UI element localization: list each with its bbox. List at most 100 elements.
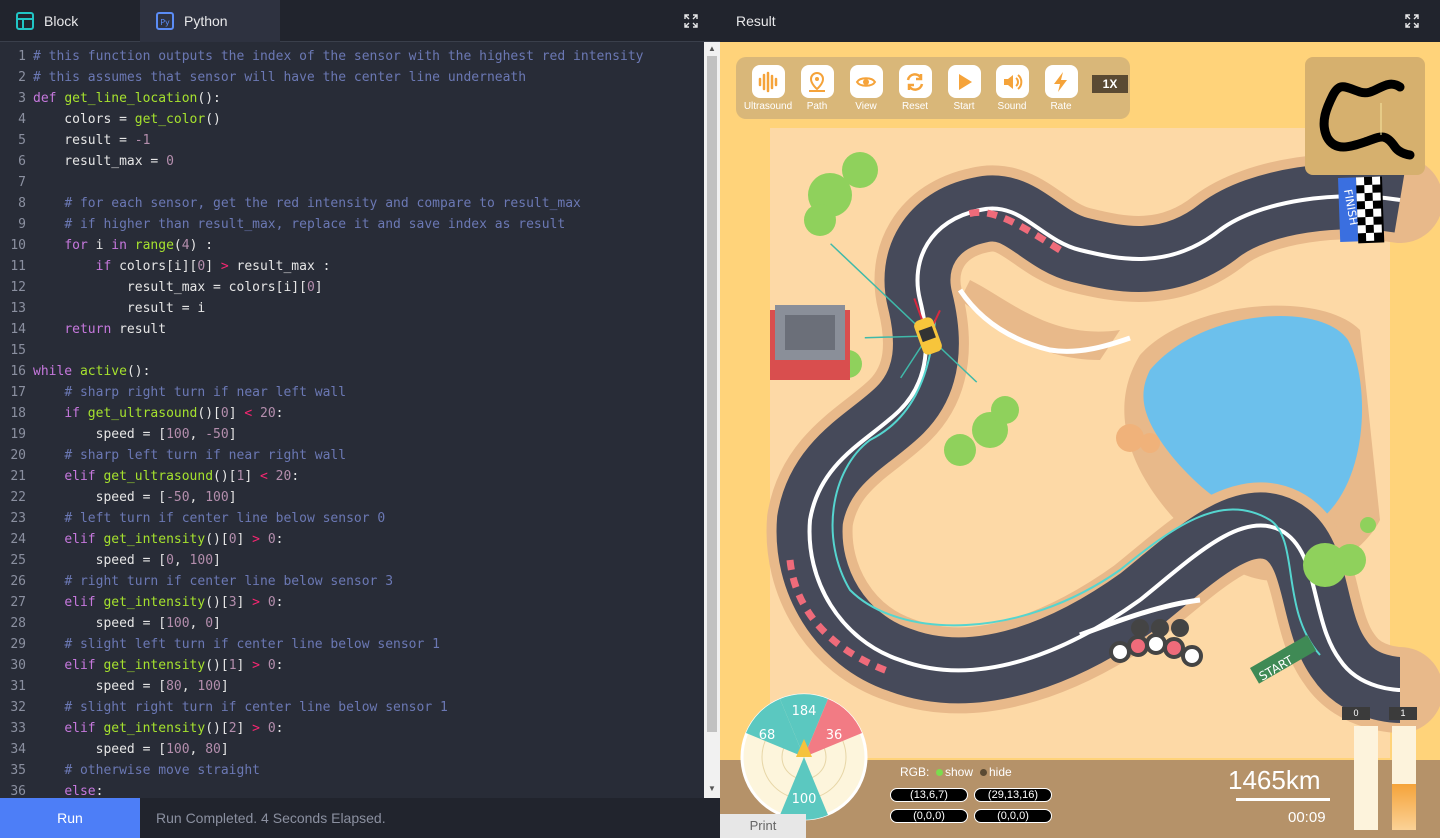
start-label-btn: Start	[953, 101, 975, 112]
editor-scrollbar[interactable]: ▲ ▼	[704, 42, 720, 798]
result-pane: FINISH START Result Ultrasound Path View…	[720, 0, 1440, 838]
code-text: colors = get_color()	[33, 112, 221, 127]
code-line[interactable]: 25 speed = [0, 100]	[0, 550, 704, 571]
path-button[interactable]: Path	[792, 65, 842, 112]
speaker-icon	[1004, 73, 1023, 90]
compass-left-value: 68	[759, 728, 776, 743]
tab-python-label: Python	[184, 13, 228, 29]
code-line[interactable]: 9 # if higher than result_max, replace i…	[0, 214, 704, 235]
code-line[interactable]: 22 speed = [-50, 100]	[0, 487, 704, 508]
line-number: 25	[10, 553, 26, 568]
code-line[interactable]: 16 while active():	[0, 361, 704, 382]
line-number: 31	[10, 679, 26, 694]
code-line[interactable]: 35 # otherwise move straight	[0, 760, 704, 781]
run-button[interactable]: Run	[0, 798, 140, 838]
code-line[interactable]: 20 # sharp left turn if near right wall	[0, 445, 704, 466]
tab-python[interactable]: Py Python	[140, 0, 280, 42]
line-number: 4	[18, 112, 26, 127]
eye-icon	[855, 76, 877, 87]
code-line[interactable]: 13 result = i	[0, 298, 704, 319]
rgb-show-option[interactable]: show	[936, 765, 973, 779]
track-minimap[interactable]	[1305, 57, 1425, 175]
sound-label: Sound	[997, 101, 1027, 112]
code-line[interactable]: 21 elif get_ultrasound()[1] < 20:	[0, 466, 704, 487]
code-line[interactable]: 29 # slight left turn if center line bel…	[0, 634, 704, 655]
code-line[interactable]: 33 elif get_intensity()[2] > 0:	[0, 718, 704, 739]
code-text: for i in range(4) :	[64, 238, 214, 253]
sim-toolbar: Ultrasound Path View Reset Start Sound R…	[736, 57, 1130, 119]
code-line[interactable]: 14 return result	[0, 319, 704, 340]
code-line[interactable]: 8 # for each sensor, get the red intensi…	[0, 193, 704, 214]
code-line[interactable]: 17 # sharp right turn if near left wall	[0, 382, 704, 403]
rgb-value-1: (29,13,16)	[974, 788, 1052, 802]
line-number: 24	[10, 532, 26, 547]
code-line[interactable]: 28 speed = [100, 0]	[0, 613, 704, 634]
code-text: result = -1	[33, 133, 151, 148]
tab-block[interactable]: Block	[0, 0, 140, 42]
sound-button[interactable]: Sound	[987, 65, 1037, 112]
code-line[interactable]: 27 elif get_intensity()[3] > 0:	[0, 592, 704, 613]
scroll-down-icon[interactable]: ▼	[708, 784, 716, 793]
rgb-hide-label: hide	[989, 765, 1012, 779]
line-number: 29	[10, 637, 26, 652]
code-line[interactable]: 12 result_max = colors[i][0]	[0, 277, 704, 298]
line-number: 12	[10, 280, 26, 295]
code-line[interactable]: 30 elif get_intensity()[1] > 0:	[0, 655, 704, 676]
rate-label: Rate	[1050, 101, 1072, 112]
code-text: elif get_intensity()[1] > 0:	[64, 658, 284, 673]
line-number: 21	[10, 469, 26, 484]
code-text: # right turn if center line below sensor…	[64, 574, 394, 589]
code-line[interactable]: 32 # slight right turn if center line be…	[0, 697, 704, 718]
code-line[interactable]: 34 speed = [100, 80]	[0, 739, 704, 760]
code-line[interactable]: 26 # right turn if center line below sen…	[0, 571, 704, 592]
ultrasound-label: Ultrasound	[743, 101, 793, 112]
code-text: elif get_ultrasound()[1] < 20:	[64, 469, 300, 484]
code-line[interactable]: 23 # left turn if center line below sens…	[0, 508, 704, 529]
code-text: # otherwise move straight	[64, 763, 260, 778]
reset-button[interactable]: Reset	[890, 65, 940, 112]
code-line[interactable]: 5 result = -1	[0, 130, 704, 151]
code-text: result_max = colors[i][0]	[33, 280, 323, 295]
refresh-icon	[906, 72, 924, 91]
code-line[interactable]: 3 def get_line_location():	[0, 88, 704, 109]
view-button[interactable]: View	[841, 65, 891, 112]
code-line[interactable]: 2 # this assumes that sensor will have th…	[0, 67, 704, 88]
start-button[interactable]: Start	[939, 65, 989, 112]
code-line[interactable]: 4 colors = get_color()	[0, 109, 704, 130]
rgb-label: RGB:	[900, 765, 930, 779]
rgb-hide-option[interactable]: hide	[980, 765, 1012, 779]
code-line[interactable]: 7	[0, 172, 704, 193]
run-status-text: Run Completed. 4 Seconds Elapsed.	[156, 810, 386, 826]
radio-selected-icon	[936, 769, 943, 777]
print-button[interactable]: Print	[720, 814, 806, 838]
code-line[interactable]: 1 # this function outputs the index of th…	[0, 46, 704, 67]
code-line[interactable]: 31 speed = [80, 100]	[0, 676, 704, 697]
code-line[interactable]: 10 for i in range(4) :	[0, 235, 704, 256]
line-number: 7	[18, 175, 26, 190]
rate-value[interactable]: 1X	[1092, 75, 1128, 93]
code-line[interactable]: 36 else:	[0, 781, 704, 798]
code-line[interactable]: 19 speed = [100, -50]	[0, 424, 704, 445]
compass-bottom-value: 100	[792, 792, 817, 807]
code-text: speed = [0, 100]	[33, 553, 221, 568]
rate-button[interactable]: Rate	[1036, 65, 1086, 112]
rgb-value-0: (13,6,7)	[890, 788, 968, 802]
code-line[interactable]: 18 if get_ultrasound()[0] < 20:	[0, 403, 704, 424]
scrollbar-thumb[interactable]	[707, 56, 717, 732]
code-text: # sharp right turn if near left wall	[64, 385, 347, 400]
distance-underline	[1236, 798, 1330, 801]
line-number: 9	[18, 217, 26, 232]
code-line[interactable]: 24 elif get_intensity()[0] > 0:	[0, 529, 704, 550]
line-number: 6	[18, 154, 26, 169]
ultrasound-button[interactable]: Ultrasound	[743, 65, 793, 112]
code-line[interactable]: 11 if colors[i][0] > result_max :	[0, 256, 704, 277]
scroll-up-icon[interactable]: ▲	[708, 44, 716, 53]
rgb-value-3: (0,0,0)	[974, 809, 1052, 823]
view-label: View	[855, 101, 877, 112]
expand-editor-icon[interactable]	[684, 14, 698, 28]
code-line[interactable]: 6 result_max = 0	[0, 151, 704, 172]
code-area[interactable]: 1 # this function outputs the index of th…	[0, 46, 704, 798]
expand-result-icon[interactable]	[1405, 14, 1419, 28]
path-pin-icon	[809, 71, 825, 92]
code-line[interactable]: 15	[0, 340, 704, 361]
